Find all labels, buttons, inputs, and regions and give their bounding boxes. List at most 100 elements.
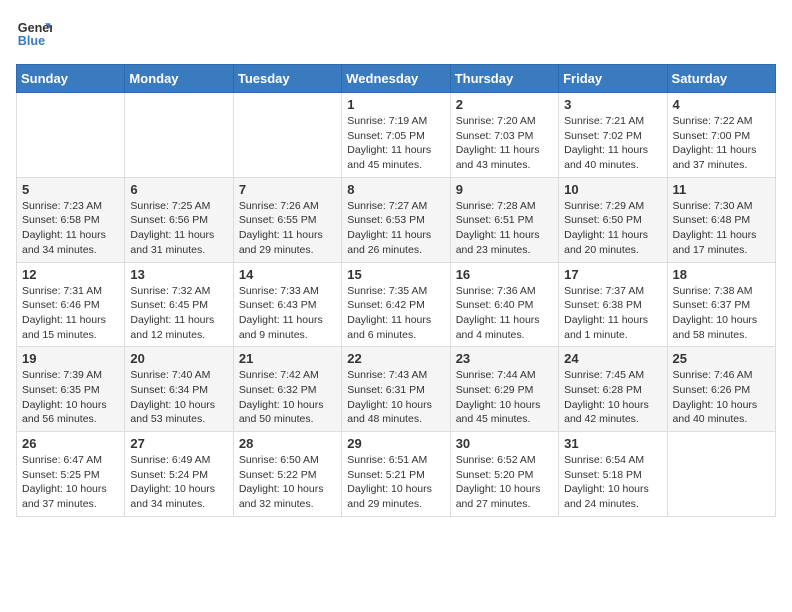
- day-info: Sunrise: 6:49 AM Sunset: 5:24 PM Dayligh…: [130, 453, 227, 512]
- day-info: Sunrise: 7:45 AM Sunset: 6:28 PM Dayligh…: [564, 368, 661, 427]
- calendar-cell: 14Sunrise: 7:33 AM Sunset: 6:43 PM Dayli…: [233, 262, 341, 347]
- day-number: 2: [456, 97, 553, 112]
- calendar-cell: 21Sunrise: 7:42 AM Sunset: 6:32 PM Dayli…: [233, 347, 341, 432]
- day-info: Sunrise: 7:43 AM Sunset: 6:31 PM Dayligh…: [347, 368, 444, 427]
- day-info: Sunrise: 7:29 AM Sunset: 6:50 PM Dayligh…: [564, 199, 661, 258]
- day-info: Sunrise: 7:36 AM Sunset: 6:40 PM Dayligh…: [456, 284, 553, 343]
- weekday-header: Saturday: [667, 65, 775, 93]
- day-number: 3: [564, 97, 661, 112]
- day-number: 7: [239, 182, 336, 197]
- weekday-header: Sunday: [17, 65, 125, 93]
- calendar-cell: [667, 432, 775, 517]
- calendar-week-row: 26Sunrise: 6:47 AM Sunset: 5:25 PM Dayli…: [17, 432, 776, 517]
- calendar-cell: 26Sunrise: 6:47 AM Sunset: 5:25 PM Dayli…: [17, 432, 125, 517]
- day-info: Sunrise: 7:38 AM Sunset: 6:37 PM Dayligh…: [673, 284, 770, 343]
- calendar-cell: 1 Sunrise: 7:19 AM Sunset: 7:05 PM Daylig…: [342, 93, 450, 178]
- calendar-cell: 18 Sunrise: 7:38 AM Sunset: 6:37 PM Dayli…: [667, 262, 775, 347]
- calendar-cell: 8 Sunrise: 7:27 AM Sunset: 6:53 PM Daylig…: [342, 177, 450, 262]
- day-info: Sunrise: 7:20 AM Sunset: 7:03 PM Dayligh…: [456, 114, 553, 173]
- day-number: 24: [564, 351, 661, 366]
- day-number: 8: [347, 182, 444, 197]
- calendar-week-row: 5 Sunrise: 7:23 AM Sunset: 6:58 PM Daylig…: [17, 177, 776, 262]
- weekday-header: Friday: [559, 65, 667, 93]
- day-number: 27: [130, 436, 227, 451]
- day-number: 20: [130, 351, 227, 366]
- day-number: 14: [239, 267, 336, 282]
- calendar-cell: 16 Sunrise: 7:36 AM Sunset: 6:40 PM Dayli…: [450, 262, 558, 347]
- calendar-cell: 17 Sunrise: 7:37 AM Sunset: 6:38 PM Dayli…: [559, 262, 667, 347]
- day-info: Sunrise: 7:32 AM Sunset: 6:45 PM Dayligh…: [130, 284, 227, 343]
- day-info: Sunrise: 7:25 AM Sunset: 6:56 PM Dayligh…: [130, 199, 227, 258]
- calendar-cell: 15 Sunrise: 7:35 AM Sunset: 6:42 PM Dayli…: [342, 262, 450, 347]
- calendar-cell: 25 Sunrise: 7:46 AM Sunset: 6:26 PM Dayli…: [667, 347, 775, 432]
- day-number: 6: [130, 182, 227, 197]
- day-number: 5: [22, 182, 119, 197]
- weekday-header: Tuesday: [233, 65, 341, 93]
- calendar-cell: 6 Sunrise: 7:25 AM Sunset: 6:56 PM Daylig…: [125, 177, 233, 262]
- day-info: Sunrise: 6:52 AM Sunset: 5:20 PM Dayligh…: [456, 453, 553, 512]
- day-info: Sunrise: 7:42 AM Sunset: 6:32 PM Dayligh…: [239, 368, 336, 427]
- day-number: 28: [239, 436, 336, 451]
- calendar-cell: [17, 93, 125, 178]
- calendar-cell: 30 Sunrise: 6:52 AM Sunset: 5:20 PM Dayli…: [450, 432, 558, 517]
- day-number: 12: [22, 267, 119, 282]
- day-number: 30: [456, 436, 553, 451]
- day-number: 25: [673, 351, 770, 366]
- day-info: Sunrise: 7:22 AM Sunset: 7:00 PM Dayligh…: [673, 114, 770, 173]
- day-info: Sunrise: 7:46 AM Sunset: 6:26 PM Dayligh…: [673, 368, 770, 427]
- day-info: Sunrise: 7:37 AM Sunset: 6:38 PM Dayligh…: [564, 284, 661, 343]
- logo: General Blue: [16, 16, 52, 52]
- day-number: 17: [564, 267, 661, 282]
- weekday-header: Thursday: [450, 65, 558, 93]
- day-number: 16: [456, 267, 553, 282]
- day-info: Sunrise: 7:31 AM Sunset: 6:46 PM Dayligh…: [22, 284, 119, 343]
- day-info: Sunrise: 7:30 AM Sunset: 6:48 PM Dayligh…: [673, 199, 770, 258]
- day-info: Sunrise: 6:51 AM Sunset: 5:21 PM Dayligh…: [347, 453, 444, 512]
- calendar-cell: 7Sunrise: 7:26 AM Sunset: 6:55 PM Daylig…: [233, 177, 341, 262]
- day-number: 10: [564, 182, 661, 197]
- calendar-cell: 9Sunrise: 7:28 AM Sunset: 6:51 PM Daylig…: [450, 177, 558, 262]
- day-number: 23: [456, 351, 553, 366]
- calendar-table: SundayMondayTuesdayWednesdayThursdayFrid…: [16, 64, 776, 517]
- day-info: Sunrise: 7:27 AM Sunset: 6:53 PM Dayligh…: [347, 199, 444, 258]
- calendar-week-row: 12 Sunrise: 7:31 AM Sunset: 6:46 PM Dayli…: [17, 262, 776, 347]
- weekday-header: Monday: [125, 65, 233, 93]
- calendar-cell: 29Sunrise: 6:51 AM Sunset: 5:21 PM Dayli…: [342, 432, 450, 517]
- calendar-cell: 23 Sunrise: 7:44 AM Sunset: 6:29 PM Dayli…: [450, 347, 558, 432]
- day-info: Sunrise: 7:23 AM Sunset: 6:58 PM Dayligh…: [22, 199, 119, 258]
- calendar-cell: 4 Sunrise: 7:22 AM Sunset: 7:00 PM Daylig…: [667, 93, 775, 178]
- day-number: 1: [347, 97, 444, 112]
- calendar-cell: 5 Sunrise: 7:23 AM Sunset: 6:58 PM Daylig…: [17, 177, 125, 262]
- day-number: 22: [347, 351, 444, 366]
- day-number: 13: [130, 267, 227, 282]
- day-info: Sunrise: 6:50 AM Sunset: 5:22 PM Dayligh…: [239, 453, 336, 512]
- day-number: 15: [347, 267, 444, 282]
- calendar-cell: 10 Sunrise: 7:29 AM Sunset: 6:50 PM Dayli…: [559, 177, 667, 262]
- day-number: 18: [673, 267, 770, 282]
- calendar-cell: 12 Sunrise: 7:31 AM Sunset: 6:46 PM Dayli…: [17, 262, 125, 347]
- logo-icon: General Blue: [16, 16, 52, 52]
- calendar-cell: [233, 93, 341, 178]
- day-number: 26: [22, 436, 119, 451]
- day-info: Sunrise: 7:35 AM Sunset: 6:42 PM Dayligh…: [347, 284, 444, 343]
- calendar-header-row: SundayMondayTuesdayWednesdayThursdayFrid…: [17, 65, 776, 93]
- calendar-cell: [125, 93, 233, 178]
- calendar-cell: 24 Sunrise: 7:45 AM Sunset: 6:28 PM Dayli…: [559, 347, 667, 432]
- calendar-cell: 22 Sunrise: 7:43 AM Sunset: 6:31 PM Dayli…: [342, 347, 450, 432]
- day-info: Sunrise: 7:28 AM Sunset: 6:51 PM Dayligh…: [456, 199, 553, 258]
- svg-text:Blue: Blue: [18, 34, 45, 48]
- day-info: Sunrise: 7:19 AM Sunset: 7:05 PM Dayligh…: [347, 114, 444, 173]
- calendar-week-row: 1 Sunrise: 7:19 AM Sunset: 7:05 PM Daylig…: [17, 93, 776, 178]
- day-info: Sunrise: 7:40 AM Sunset: 6:34 PM Dayligh…: [130, 368, 227, 427]
- calendar-cell: 3Sunrise: 7:21 AM Sunset: 7:02 PM Daylig…: [559, 93, 667, 178]
- day-info: Sunrise: 6:54 AM Sunset: 5:18 PM Dayligh…: [564, 453, 661, 512]
- calendar-cell: 20 Sunrise: 7:40 AM Sunset: 6:34 PM Dayli…: [125, 347, 233, 432]
- day-number: 4: [673, 97, 770, 112]
- day-number: 11: [673, 182, 770, 197]
- calendar-cell: 2 Sunrise: 7:20 AM Sunset: 7:03 PM Daylig…: [450, 93, 558, 178]
- weekday-header: Wednesday: [342, 65, 450, 93]
- day-info: Sunrise: 7:44 AM Sunset: 6:29 PM Dayligh…: [456, 368, 553, 427]
- day-info: Sunrise: 7:39 AM Sunset: 6:35 PM Dayligh…: [22, 368, 119, 427]
- calendar-cell: 28 Sunrise: 6:50 AM Sunset: 5:22 PM Dayli…: [233, 432, 341, 517]
- day-number: 19: [22, 351, 119, 366]
